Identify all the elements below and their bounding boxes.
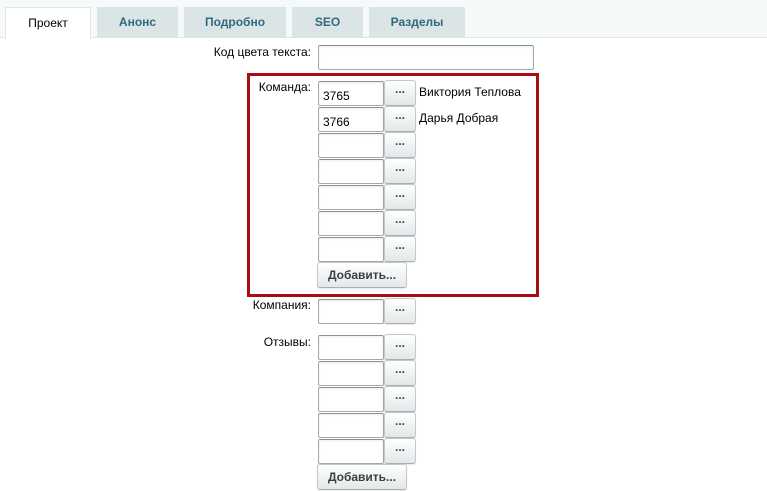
team-pick-button[interactable]: ... bbox=[384, 236, 416, 262]
review-pick-button[interactable]: ... bbox=[384, 412, 416, 438]
review-pick-button[interactable]: ... bbox=[384, 360, 416, 386]
team-pick-button[interactable]: ... bbox=[384, 210, 416, 236]
company-id-input[interactable] bbox=[318, 299, 384, 324]
team-member-name: Виктория Теплова bbox=[419, 85, 521, 99]
team-pick-button[interactable]: ... bbox=[384, 80, 416, 106]
tab-details[interactable]: Подробно bbox=[184, 7, 286, 38]
team-id-input[interactable] bbox=[318, 133, 384, 158]
review-id-input[interactable] bbox=[318, 439, 384, 464]
review-id-input[interactable] bbox=[318, 387, 384, 412]
tab-seo[interactable]: SEO bbox=[292, 7, 363, 38]
review-id-input[interactable] bbox=[318, 413, 384, 438]
company-pick-button[interactable]: ... bbox=[384, 298, 416, 324]
team-pick-button[interactable]: ... bbox=[384, 184, 416, 210]
review-pick-button[interactable]: ... bbox=[384, 334, 416, 360]
team-pick-button[interactable]: ... bbox=[384, 158, 416, 184]
team-id-input[interactable] bbox=[318, 211, 384, 236]
company-label: Компания: bbox=[252, 298, 311, 312]
team-pick-button[interactable]: ... bbox=[384, 132, 416, 158]
team-id-input[interactable] bbox=[318, 237, 384, 262]
review-pick-button[interactable]: ... bbox=[384, 386, 416, 412]
team-id-input[interactable] bbox=[318, 159, 384, 184]
reviews-label: Отзывы: bbox=[263, 335, 311, 349]
text-color-input[interactable] bbox=[318, 45, 534, 70]
team-id-input[interactable] bbox=[318, 185, 384, 210]
review-pick-button[interactable]: ... bbox=[384, 438, 416, 464]
team-member-name: Дарья Добрая bbox=[419, 111, 499, 125]
team-id-input[interactable] bbox=[318, 81, 384, 106]
team-pick-button[interactable]: ... bbox=[384, 106, 416, 132]
review-id-input[interactable] bbox=[318, 361, 384, 386]
tab-project[interactable]: Проект bbox=[5, 7, 91, 39]
team-label: Команда: bbox=[258, 80, 311, 94]
text-color-label: Код цвета текста: bbox=[213, 45, 311, 59]
team-add-button[interactable]: Добавить... bbox=[317, 262, 407, 288]
tab-bar: Проект Анонс Подробно SEO Разделы bbox=[0, 0, 767, 39]
tab-announce[interactable]: Анонс bbox=[97, 7, 178, 38]
reviews-add-button[interactable]: Добавить... bbox=[317, 464, 407, 490]
tab-sections[interactable]: Разделы bbox=[369, 7, 465, 38]
team-id-input[interactable] bbox=[318, 107, 384, 132]
review-id-input[interactable] bbox=[318, 335, 384, 360]
